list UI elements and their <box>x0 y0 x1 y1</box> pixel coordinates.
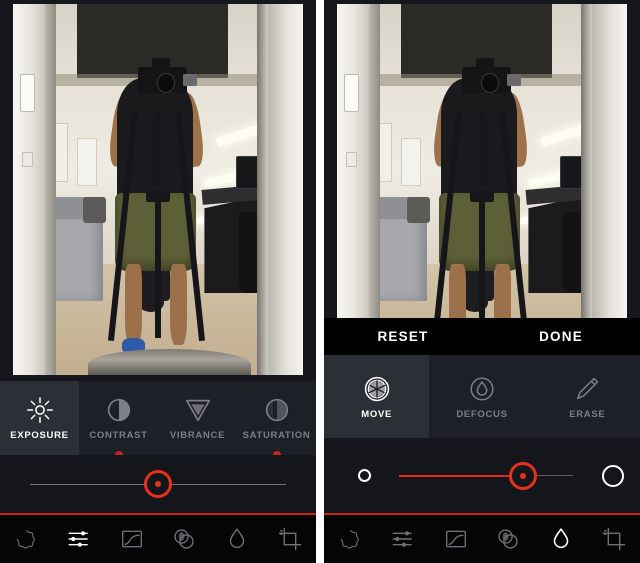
slider-knob[interactable] <box>509 461 537 490</box>
tool-vibrance[interactable]: VIBRANCE <box>158 381 237 455</box>
done-button[interactable]: DONE <box>482 329 640 344</box>
pencil-icon <box>572 374 602 404</box>
left-screen: EXPOSURE CONTRAST VIBRANCE SATURATION <box>0 0 316 563</box>
nav-effects[interactable] <box>482 526 535 552</box>
nav-crop[interactable] <box>587 526 640 552</box>
tool-exposure[interactable]: EXPOSURE <box>0 381 79 455</box>
photo-preview-right[interactable] <box>324 0 640 318</box>
exposure-slider-area <box>0 455 316 513</box>
nav-defocus[interactable] <box>535 526 588 552</box>
aperture-icon <box>362 374 392 404</box>
tool-defocus[interactable]: DEFOCUS <box>429 355 534 438</box>
slider-knob[interactable] <box>144 470 172 498</box>
defocus-size-slider[interactable] <box>324 438 640 513</box>
slider-track-filled[interactable] <box>399 474 522 477</box>
tool-label: EXPOSURE <box>10 430 69 441</box>
adjust-tool-strip: EXPOSURE CONTRAST VIBRANCE SATURATION <box>0 381 316 459</box>
right-screen: RESET DONE MOVE DEFOCUS ERASE <box>324 0 640 563</box>
action-bar: RESET DONE <box>324 318 640 355</box>
tool-label: DEFOCUS <box>456 408 508 420</box>
sun-icon <box>25 395 55 425</box>
nav-presets[interactable] <box>324 526 377 552</box>
saturation-icon <box>262 395 292 425</box>
tool-label: CONTRAST <box>89 430 148 441</box>
defocus-slider-area <box>324 438 640 513</box>
photo-scene <box>337 4 627 318</box>
tool-label: MOVE <box>361 408 393 420</box>
exposure-slider[interactable] <box>0 455 316 513</box>
nav-effects[interactable] <box>158 526 211 552</box>
nav-crop[interactable] <box>263 526 316 552</box>
contrast-icon <box>104 395 134 425</box>
nav-curves[interactable] <box>429 526 482 552</box>
panel-divider <box>316 0 324 563</box>
tool-erase[interactable]: ERASE <box>535 355 640 438</box>
tool-move[interactable]: MOVE <box>324 355 430 438</box>
defocus-tool-strip: MOVE DEFOCUS ERASE <box>324 355 640 438</box>
small-circle-icon[interactable] <box>357 469 371 482</box>
tool-label: SATURATION <box>242 430 311 441</box>
drop-icon <box>467 374 497 404</box>
vibrance-icon <box>183 395 213 425</box>
nav-adjust[interactable] <box>377 526 430 552</box>
nav-adjust[interactable] <box>53 526 106 552</box>
nav-defocus[interactable] <box>211 526 264 552</box>
reset-button[interactable]: RESET <box>324 329 482 344</box>
tool-label: ERASE <box>569 408 606 420</box>
screenshot-stage: EXPOSURE CONTRAST VIBRANCE SATURATION RE… <box>0 0 640 563</box>
tool-saturation[interactable]: SATURATION <box>237 381 316 459</box>
bottom-nav-left <box>0 513 316 563</box>
nav-presets[interactable] <box>0 526 53 552</box>
nav-curves[interactable] <box>105 526 158 552</box>
bottom-nav-right <box>324 513 640 563</box>
tool-label: VIBRANCE <box>169 430 226 441</box>
large-circle-icon[interactable] <box>602 464 624 487</box>
photo-scene <box>13 4 303 375</box>
photo-preview-left[interactable] <box>0 0 316 381</box>
tool-contrast[interactable]: CONTRAST <box>79 381 158 459</box>
